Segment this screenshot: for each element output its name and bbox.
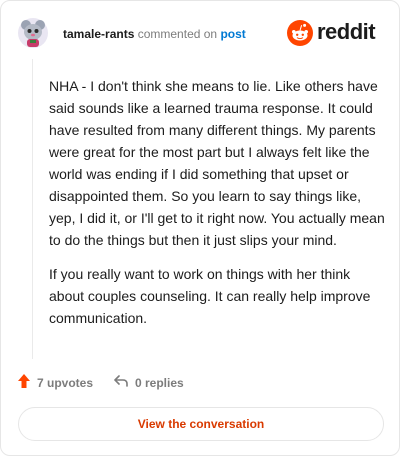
- reddit-logo-icon: [287, 20, 313, 46]
- post-link[interactable]: post: [220, 27, 245, 41]
- comment-footer: 7 upvotes 0 replies: [17, 373, 377, 393]
- comment-body: NHA - I don't think she means to lie. Li…: [49, 75, 387, 341]
- upvote-count: 7 upvotes: [37, 376, 94, 390]
- upvote-button[interactable]: 7 upvotes: [17, 373, 93, 393]
- attribution-action: commented on: [137, 27, 218, 41]
- comment-embed-card: tamale-rants commented on post reddit NH…: [0, 0, 400, 456]
- comment-paragraph: If you really want to work on things wit…: [49, 266, 371, 326]
- user-avatar[interactable]: [17, 17, 49, 49]
- thread-line: [32, 59, 33, 359]
- reddit-logo[interactable]: reddit: [287, 19, 383, 47]
- reply-count: 0 replies: [135, 376, 184, 390]
- upvote-arrow-icon: [17, 373, 31, 394]
- view-conversation-button[interactable]: View the conversation: [18, 407, 384, 441]
- username-link[interactable]: tamale-rants: [63, 27, 134, 41]
- replies-button[interactable]: 0 replies: [113, 373, 184, 393]
- comment-paragraph: NHA - I don't think she means to lie. Li…: [49, 78, 385, 248]
- comment-header: tamale-rants commented on post reddit: [17, 17, 383, 53]
- reply-arrow-icon: [113, 374, 129, 393]
- reddit-wordmark: reddit: [317, 19, 376, 44]
- comment-attribution: tamale-rants commented on post: [63, 27, 246, 41]
